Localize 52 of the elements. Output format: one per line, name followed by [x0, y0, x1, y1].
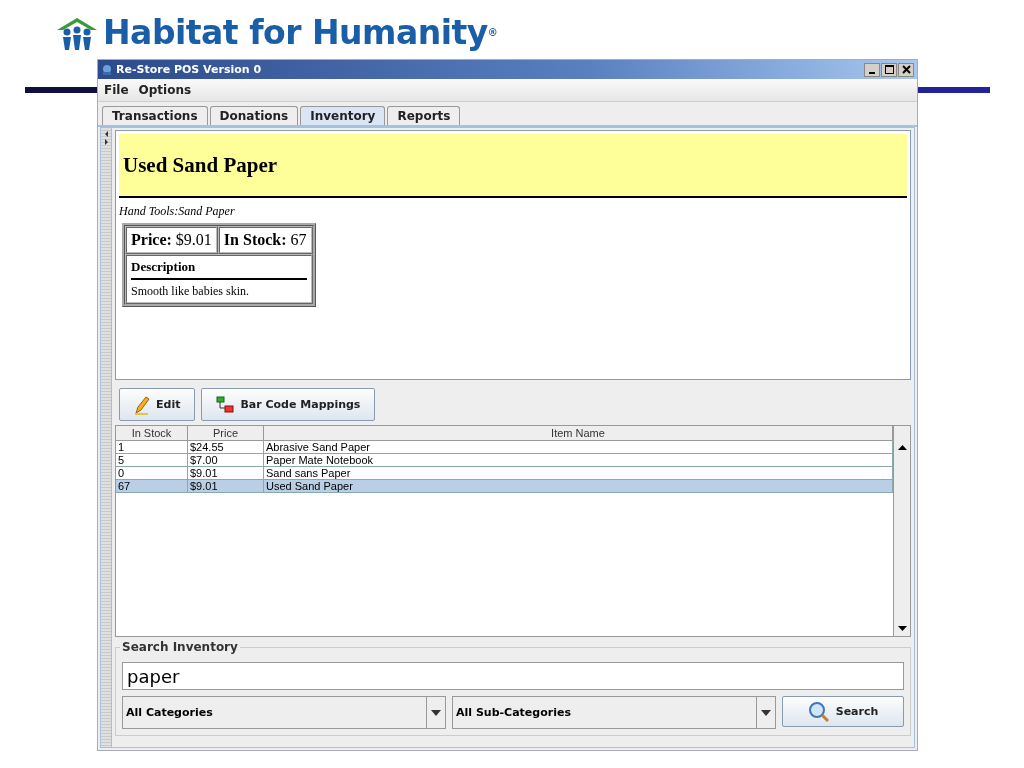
dropdown-arrow-icon	[431, 709, 441, 716]
logo-icon	[55, 16, 99, 52]
window-title: Re-Store POS Version 0	[116, 63, 262, 76]
minimize-icon	[869, 71, 875, 74]
table-cell: $7.00	[188, 454, 264, 466]
column-header[interactable]: Price	[188, 426, 264, 440]
tab[interactable]: Inventory	[300, 106, 386, 125]
scroll-down-icon[interactable]	[897, 626, 907, 632]
search-field[interactable]: paper	[122, 662, 904, 690]
collapse-arrows-icon	[103, 130, 109, 146]
table-row[interactable]: 1 $24.55 Abrasive Sand Paper	[116, 441, 893, 454]
subcategory-dropdown[interactable]: All Sub-Categories	[452, 696, 776, 729]
maximize-button[interactable]	[881, 62, 897, 77]
close-icon	[901, 65, 911, 74]
tab[interactable]: Transactions	[102, 106, 208, 125]
table-row[interactable]: 67 $9.01 Used Sand Paper	[116, 480, 893, 493]
hierarchy-icon	[216, 395, 235, 414]
table-cell: 67	[116, 480, 188, 492]
pencil-icon	[134, 394, 150, 415]
minimize-button[interactable]	[864, 62, 880, 77]
logo-wordmark: Habitat for Humanity$^{®}$	[103, 14, 498, 52]
maximize-icon	[884, 65, 894, 74]
group-title: Search Inventory	[120, 640, 240, 654]
menu-item[interactable]: File	[104, 83, 129, 97]
table-cell: 5	[116, 454, 188, 466]
table-cell: $9.01	[188, 480, 264, 492]
edit-button[interactable]: Edit	[119, 388, 196, 421]
tab[interactable]: Reports	[387, 106, 461, 125]
description-heading: Description	[131, 259, 307, 280]
table-cell: $24.55	[188, 441, 264, 453]
close-button[interactable]	[898, 62, 914, 77]
price-cell: Price: $9.01	[125, 226, 218, 254]
category-dropdown[interactable]: All Categories	[122, 696, 446, 729]
table-row[interactable]: 5 $7.00 Paper Mate Notebook	[116, 454, 893, 467]
search-icon	[807, 700, 830, 723]
stock-cell: In Stock: 67	[217, 226, 313, 254]
menu-item[interactable]: Options	[138, 83, 192, 97]
tab[interactable]: Donations	[209, 106, 299, 125]
table-cell: 1	[116, 441, 188, 453]
search-button[interactable]: Search	[782, 696, 904, 727]
scrollbar[interactable]	[893, 426, 910, 636]
scroll-up-icon[interactable]	[897, 444, 907, 450]
splitter-handle[interactable]	[101, 128, 112, 747]
table-cell: $9.01	[188, 467, 264, 479]
item-category: Hand Tools:Sand Paper	[119, 204, 236, 219]
item-title: Used Sand Paper	[123, 152, 278, 178]
description-text: Smooth like babies skin.	[131, 283, 250, 299]
app-icon	[101, 63, 113, 76]
dropdown-arrow-icon	[761, 709, 771, 716]
table-cell: 0	[116, 467, 188, 479]
column-header[interactable]: In Stock	[116, 426, 188, 440]
mappings-button[interactable]: Bar Code Mappings	[201, 388, 376, 421]
